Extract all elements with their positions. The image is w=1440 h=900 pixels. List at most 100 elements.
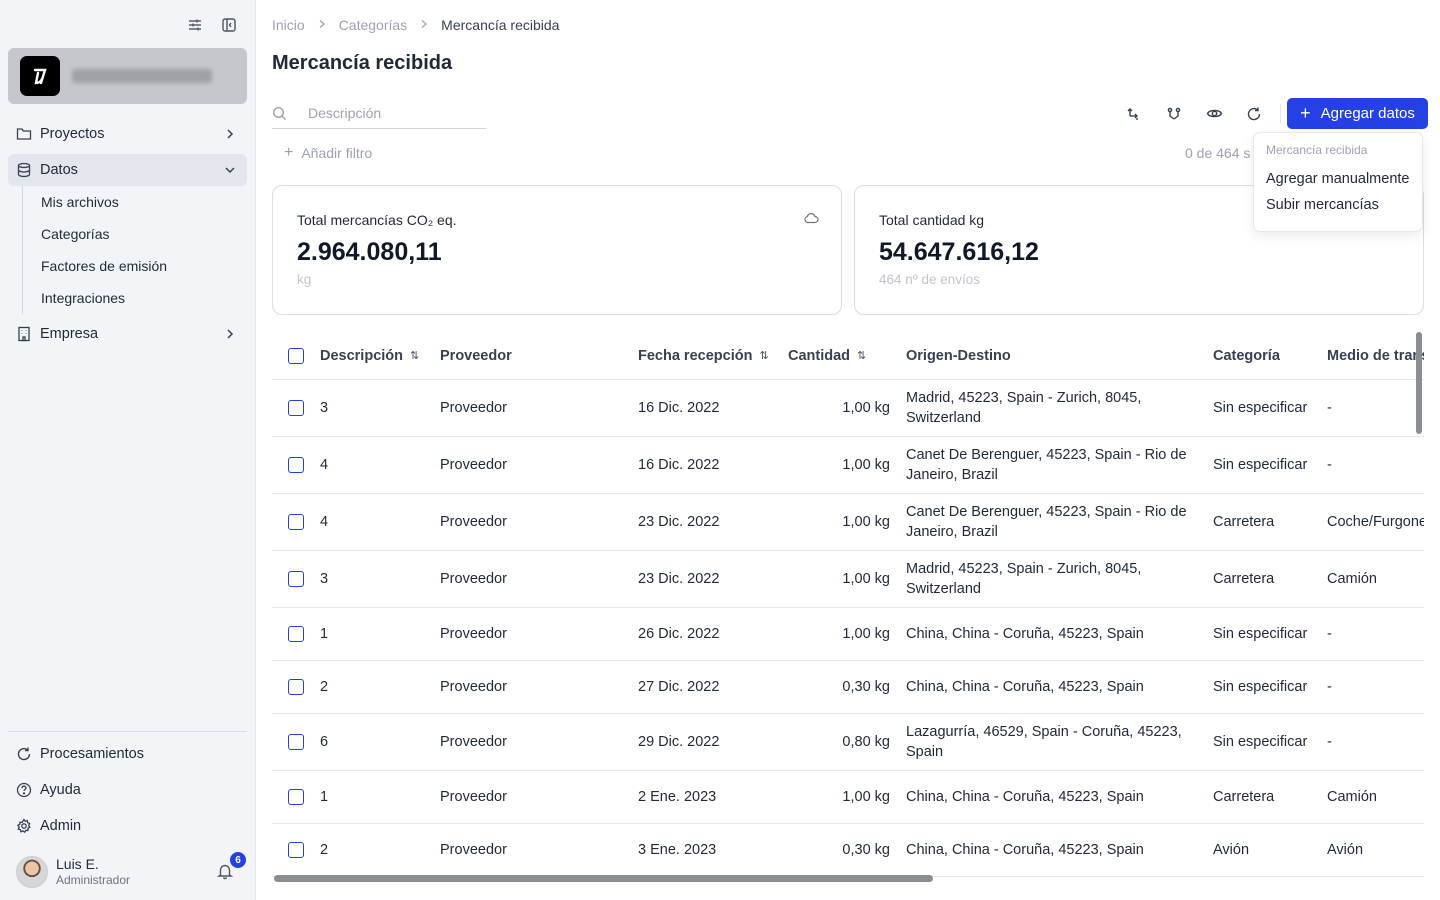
cell-cantidad: 1,00 kg [842, 571, 890, 587]
add-filter-button[interactable]: + Añadir filtro [284, 144, 372, 162]
table-row[interactable]: 3 Proveedor 23 Dic. 2022 1,00 kg Madrid, 452… [272, 551, 1424, 608]
cell-fecha: 16 Dic. 2022 [638, 457, 720, 473]
sidebar-item-label: Proyectos [40, 126, 105, 142]
cell-medio: Coche/Furgone [1327, 514, 1424, 530]
table-row[interactable]: 2 Proveedor 27 Dic. 2022 0,30 kg China, Chin… [272, 661, 1424, 714]
table-row[interactable]: 4 Proveedor 23 Dic. 2022 1,00 kg Canet De Be… [272, 494, 1424, 551]
table-row[interactable]: 3 Proveedor 16 Dic. 2022 1,00 kg Madrid, 452… [272, 380, 1424, 437]
table-row[interactable]: 4 Proveedor 16 Dic. 2022 1,00 kg Canet De Be… [272, 437, 1424, 494]
dropdown-header: Mercancía recibida [1266, 143, 1368, 157]
subnav-item-categorias[interactable]: Categorías [41, 218, 247, 250]
cell-proveedor: Proveedor [440, 626, 507, 642]
chevron-right-icon [223, 327, 237, 341]
selection-count: 0 de 464 s [1185, 145, 1251, 161]
sidebar-item-label: Datos [40, 162, 78, 178]
cell-categoria: Carretera [1213, 789, 1275, 805]
user-name: Luis E. [56, 856, 99, 872]
cell-categoria: Sin especificar [1213, 457, 1308, 473]
cell-categoria: Sin especificar [1213, 679, 1308, 695]
table-row[interactable]: 6 Proveedor 29 Dic. 2022 0,80 kg Lazagurría,… [272, 714, 1424, 771]
cell-categoria: Avión [1213, 842, 1250, 858]
select-all-checkbox[interactable] [288, 347, 304, 364]
sidebar-item-proyectos[interactable]: Proyectos [8, 118, 247, 150]
row-checkbox[interactable] [288, 679, 304, 695]
column-header-cantidad[interactable]: Cantidad ⇅ [788, 348, 890, 364]
refresh-icon[interactable] [1238, 101, 1270, 127]
row-checkbox[interactable] [288, 626, 304, 642]
subnav-item-integraciones[interactable]: Integraciones [41, 282, 247, 314]
organization-switcher[interactable] [8, 48, 247, 104]
table-row[interactable]: 1 Proveedor 2 Ene. 2023 1,00 kg China, China… [272, 771, 1424, 824]
sort-icon: ⇅ [857, 350, 867, 362]
row-checkbox[interactable] [288, 789, 304, 805]
user-profile[interactable]: Luis E. Administrador 6 [16, 852, 246, 892]
cell-origen-destino: Lazagurría, 46529, Spain - Coruña, 45223… [906, 724, 1182, 760]
cell-origen-destino: Canet De Berenguer, 45223, Spain - Rio d… [906, 504, 1187, 540]
table-header: Descripción ⇅ Proveedor Fecha recepción ⇅ … [272, 332, 1424, 380]
column-header-fecha[interactable]: Fecha recepción ⇅ [638, 348, 788, 364]
cell-fecha: 27 Dic. 2022 [638, 679, 720, 695]
column-header-proveedor: Proveedor [440, 348, 638, 364]
vertical-scrollbar[interactable] [1416, 332, 1422, 434]
collapse-sidebar-icon[interactable] [218, 14, 240, 36]
org-logo [20, 56, 60, 96]
subnav-item-factores[interactable]: Factores de emisión [41, 250, 247, 282]
eye-icon[interactable] [1198, 101, 1230, 127]
column-label: Descripción [320, 347, 403, 364]
main-content: Inicio Categorías Mercancía recibida Mer… [256, 0, 1440, 900]
cell-fecha: 23 Dic. 2022 [638, 571, 720, 587]
sidebar-nav: Proyectos Datos Mis archivos Categorías … [8, 118, 247, 354]
cloud-icon [803, 210, 819, 226]
sidebar-item-label: Procesamientos [40, 746, 144, 762]
sidebar-item-admin[interactable]: Admin [8, 810, 247, 842]
column-label: Categoría [1213, 347, 1280, 364]
toolbar-divider [1280, 103, 1281, 124]
columns-config-icon[interactable] [1158, 101, 1190, 127]
folder-icon [16, 126, 32, 142]
cell-proveedor: Proveedor [440, 400, 507, 416]
help-circle-icon [16, 782, 32, 798]
cell-categoria: Sin especificar [1213, 734, 1308, 750]
cell-medio: Camión [1327, 789, 1377, 805]
row-checkbox[interactable] [288, 514, 304, 530]
row-checkbox[interactable] [288, 457, 304, 473]
bell-icon[interactable]: 6 [216, 852, 246, 882]
card-title: Total mercancías CO₂ eq. [297, 212, 457, 228]
sliders-icon[interactable] [184, 14, 206, 36]
table-row[interactable]: 2 Proveedor 3 Ene. 2023 0,30 kg China, China… [272, 824, 1424, 877]
sidebar-item-empresa[interactable]: Empresa [8, 318, 247, 350]
row-select-cell [272, 842, 320, 858]
cell-medio: - [1327, 400, 1332, 416]
table-row[interactable]: 1 Proveedor 26 Dic. 2022 1,00 kg China, Chin… [272, 608, 1424, 661]
column-header-descripcion[interactable]: Descripción ⇅ [320, 348, 440, 364]
cell-medio: Avión [1327, 842, 1364, 858]
column-header-origen: Origen-Destino [890, 346, 1213, 366]
sidebar-item-ayuda[interactable]: Ayuda [8, 774, 247, 806]
subnav-item-mis-archivos[interactable]: Mis archivos [41, 186, 247, 218]
row-checkbox[interactable] [288, 842, 304, 858]
sidebar-item-label: Empresa [40, 326, 99, 342]
cell-origen-destino: China, China - Coruña, 45223, Spain [906, 842, 1144, 858]
sidebar: Proyectos Datos Mis archivos Categorías … [0, 0, 256, 900]
breadcrumb-current: Mercancía recibida [441, 17, 560, 33]
dropdown-item-upload[interactable]: Subir mercancías [1266, 189, 1410, 221]
column-label: Fecha recepción [638, 347, 753, 364]
row-checkbox[interactable] [288, 734, 304, 750]
sidebar-item-label: Ayuda [40, 782, 81, 798]
horizontal-scrollbar[interactable] [274, 875, 933, 882]
cell-cantidad: 1,00 kg [842, 626, 890, 642]
column-label: Proveedor [440, 347, 512, 364]
row-select-cell [272, 626, 320, 642]
search-input[interactable] [308, 105, 478, 121]
sort-arrows-icon[interactable] [1118, 101, 1150, 127]
breadcrumb-inicio[interactable]: Inicio [272, 17, 305, 33]
row-checkbox[interactable] [288, 400, 304, 416]
sidebar-item-datos[interactable]: Datos [8, 154, 247, 186]
column-label: Origen-Destino [906, 347, 1011, 364]
building-icon [16, 326, 32, 342]
breadcrumb-categorias[interactable]: Categorías [339, 17, 407, 33]
row-checkbox[interactable] [288, 571, 304, 587]
refresh-icon [16, 746, 32, 762]
add-data-button[interactable]: + Agregar datos [1287, 98, 1428, 129]
sidebar-item-procesamientos[interactable]: Procesamientos [8, 738, 247, 770]
